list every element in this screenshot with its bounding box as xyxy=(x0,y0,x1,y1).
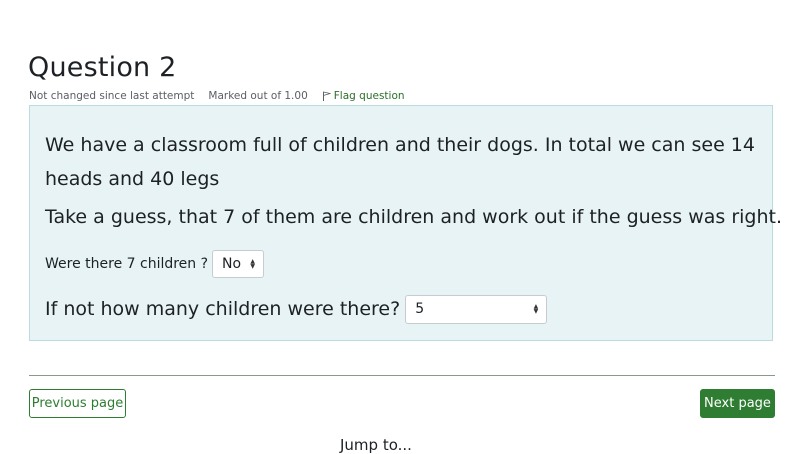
question-text-2: Take a guess, that 7 of them are childre… xyxy=(45,206,783,228)
question-content: We have a classroom full of children and… xyxy=(29,105,782,341)
children-count-value: 5 xyxy=(415,301,425,317)
question-status: Not changed since last attempt xyxy=(29,90,195,102)
children-guess-select[interactable]: No ▲ ▼ xyxy=(212,250,265,278)
children-count-row: If not how many children were there? 5 ▲… xyxy=(45,294,548,324)
children-guess-value: No xyxy=(222,256,242,272)
children-count-select[interactable]: 5 ▲ ▼ xyxy=(405,294,548,324)
children-count-label: If not how many children were there? xyxy=(45,298,401,320)
children-guess-row: Were there 7 children ? No ▲ ▼ xyxy=(45,250,265,278)
children-guess-label: Were there 7 children ? xyxy=(45,256,209,272)
flag-question-label: Flag question xyxy=(333,90,405,102)
divider xyxy=(29,375,775,376)
question-marks: Marked out of 1.00 xyxy=(208,90,308,102)
flag-icon xyxy=(322,91,331,101)
jump-to-text[interactable]: Jump to... xyxy=(340,436,412,454)
question-text-1: We have a classroom full of children and… xyxy=(45,134,755,190)
next-page-button[interactable]: Next page xyxy=(700,389,775,418)
flag-question-link[interactable]: Flag question xyxy=(322,90,405,102)
previous-page-button[interactable]: Previous page xyxy=(29,389,126,418)
select-arrows-icon: ▲ ▼ xyxy=(250,258,256,270)
question-info: Not changed since last attempt Marked ou… xyxy=(29,90,405,102)
select-arrows-icon: ▲ ▼ xyxy=(533,303,539,315)
question-title: Question 2 xyxy=(28,52,177,83)
